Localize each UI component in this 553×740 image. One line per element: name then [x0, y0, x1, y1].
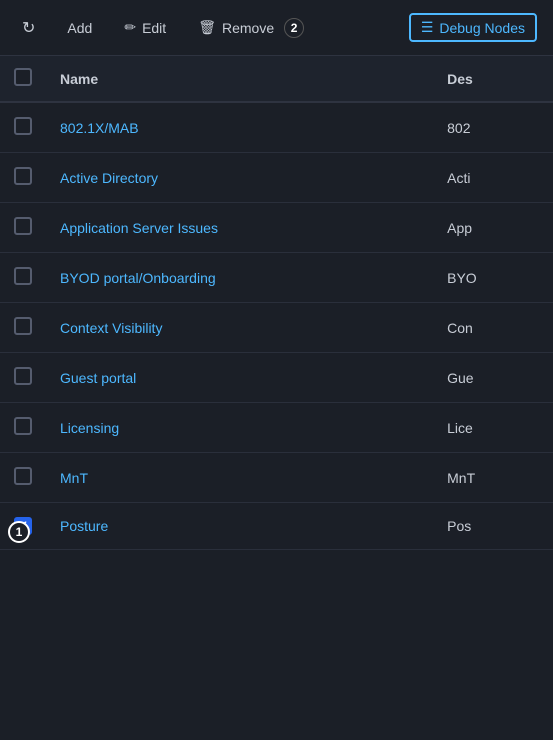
row-name[interactable]: Context Visibility: [46, 303, 433, 353]
header-checkbox-cell: [0, 56, 46, 102]
row-checkbox[interactable]: [14, 167, 32, 185]
debug-nodes-label: Debug Nodes: [439, 20, 525, 36]
row-checkbox-cell: [0, 453, 46, 503]
row-name[interactable]: 802.1X/MAB: [46, 102, 433, 153]
row-desc: Con: [433, 303, 553, 353]
add-button[interactable]: Add: [61, 16, 98, 40]
list-icon: ☰: [421, 19, 434, 36]
toolbar: ↻ Add ✏ Edit 🗑 Remove 2 ☰ Debug Nodes: [0, 0, 553, 56]
row-name[interactable]: Active Directory: [46, 153, 433, 203]
row-checkbox-cell: [0, 403, 46, 453]
table-row: MnTMnT: [0, 453, 553, 503]
row-name[interactable]: Posture: [46, 503, 433, 550]
row-desc: Gue: [433, 353, 553, 403]
row-checkbox-cell: [0, 102, 46, 153]
row-desc: Lice: [433, 403, 553, 453]
row-checkbox[interactable]: [14, 217, 32, 235]
add-label: Add: [67, 20, 92, 36]
row-count-badge: 1: [8, 521, 30, 543]
table-row: 802.1X/MAB802: [0, 102, 553, 153]
row-desc: 802: [433, 102, 553, 153]
header-name: Name: [46, 56, 433, 102]
row-checkbox-cell: [0, 353, 46, 403]
remove-label: Remove: [222, 20, 274, 36]
row-name[interactable]: BYOD portal/Onboarding: [46, 253, 433, 303]
row-name[interactable]: MnT: [46, 453, 433, 503]
table-row: Context VisibilityCon: [0, 303, 553, 353]
table-header-row: Name Des: [0, 56, 553, 102]
row-checkbox-cell: [0, 253, 46, 303]
table-row: BYOD portal/OnboardingBYO: [0, 253, 553, 303]
row-checkbox-cell: [0, 203, 46, 253]
trash-icon: 🗑: [198, 19, 216, 36]
row-desc: BYO: [433, 253, 553, 303]
edit-label: Edit: [142, 20, 166, 36]
debug-nodes-button[interactable]: ☰ Debug Nodes: [409, 13, 537, 42]
row-checkbox[interactable]: [14, 117, 32, 135]
header-desc: Des: [433, 56, 553, 102]
row-checkbox[interactable]: [14, 267, 32, 285]
row-name[interactable]: Application Server Issues: [46, 203, 433, 253]
table-container: Name Des 802.1X/MAB802Active DirectoryAc…: [0, 56, 553, 740]
row-name[interactable]: Licensing: [46, 403, 433, 453]
table-row: LicensingLice: [0, 403, 553, 453]
row-name[interactable]: Guest portal: [46, 353, 433, 403]
remove-badge: 2: [284, 18, 304, 38]
table-row: 1 PosturePos: [0, 503, 553, 550]
row-checkbox[interactable]: [14, 467, 32, 485]
row-desc: Acti: [433, 153, 553, 203]
nodes-table: Name Des 802.1X/MAB802Active DirectoryAc…: [0, 56, 553, 550]
table-row: Active DirectoryActi: [0, 153, 553, 203]
row-checkbox-cell: [0, 303, 46, 353]
remove-button[interactable]: 🗑 Remove 2: [192, 14, 310, 42]
edit-button[interactable]: ✏ Edit: [118, 15, 172, 40]
edit-icon: ✏: [124, 19, 136, 36]
row-checkbox-cell: [0, 153, 46, 203]
row-checkbox[interactable]: [14, 417, 32, 435]
row-desc: App: [433, 203, 553, 253]
header-checkbox[interactable]: [14, 68, 32, 86]
row-checkbox-cell: 1: [0, 503, 46, 550]
table-row: Application Server IssuesApp: [0, 203, 553, 253]
refresh-button[interactable]: ↻: [16, 14, 41, 42]
row-checkbox[interactable]: [14, 367, 32, 385]
row-desc: MnT: [433, 453, 553, 503]
table-row: Guest portalGue: [0, 353, 553, 403]
refresh-icon: ↻: [22, 18, 35, 38]
row-desc: Pos: [433, 503, 553, 550]
row-checkbox[interactable]: [14, 317, 32, 335]
